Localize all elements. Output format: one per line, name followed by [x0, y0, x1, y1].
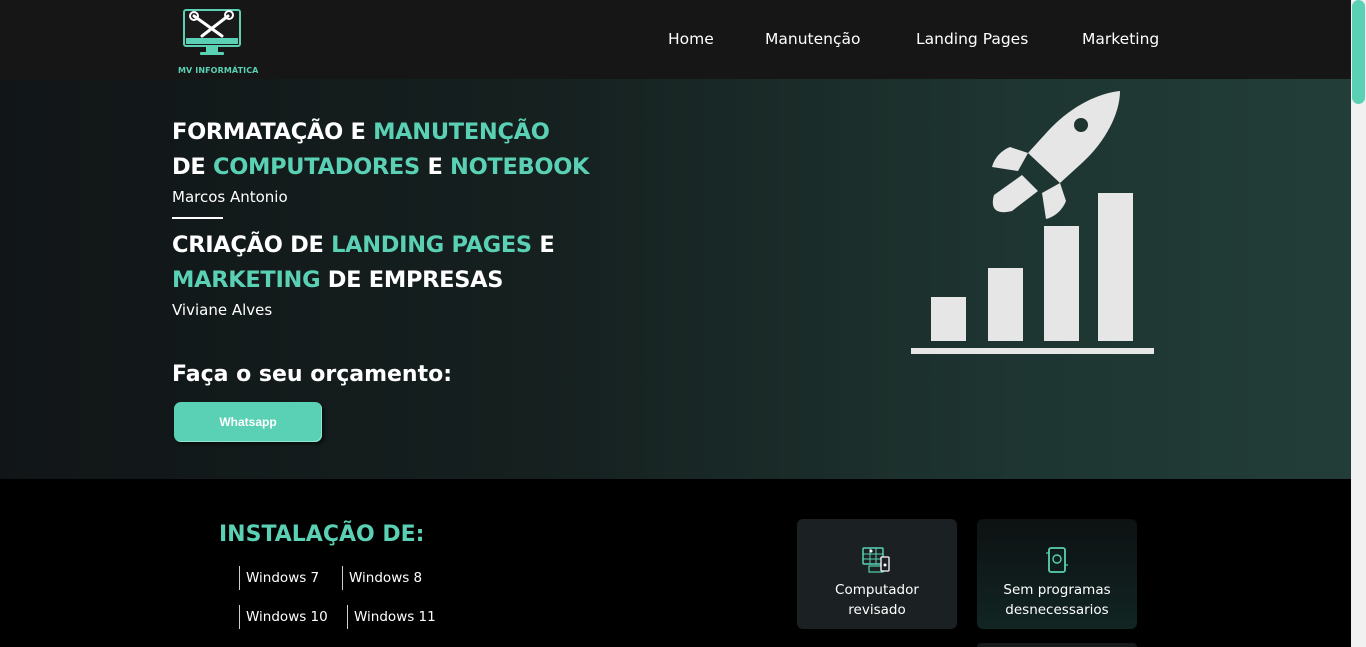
card-label-line: desnecessarios: [1005, 602, 1109, 618]
logo-text: MV INFORMÁTICA: [178, 66, 259, 75]
hero-title-accent: NOTEBOOK: [450, 154, 590, 180]
hero-title-text: DE EMPRESAS: [320, 267, 504, 293]
hero-title-2-line-1: CRIAÇÃO DE LANDING PAGES E: [172, 232, 555, 258]
hero-divider: [172, 217, 223, 219]
hero-title-2-line-2: MARKETING DE EMPRESAS: [172, 267, 503, 293]
whatsapp-button[interactable]: Whatsapp: [174, 402, 322, 442]
card-peek: [977, 643, 1137, 647]
hero-title-accent: LANDING PAGES: [331, 232, 532, 258]
nav-home[interactable]: Home: [668, 30, 714, 48]
hero-title-accent: MARKETING: [172, 267, 321, 293]
card-label-line: Sem programas: [1003, 582, 1111, 598]
hero-title-1-line-1: FORMATAÇÃO E MANUTENÇÃO: [172, 119, 550, 145]
nav-marketing[interactable]: Marketing: [1082, 30, 1159, 48]
rocket-growth-chart-icon: [911, 91, 1154, 354]
hero-title-text: E: [419, 154, 451, 180]
hero-title-accent: COMPUTADORES: [212, 154, 420, 180]
hero-section: FORMATAÇÃO E MANUTENÇÃO DE COMPUTADORES …: [0, 79, 1351, 479]
scrollbar-thumb[interactable]: [1352, 0, 1365, 104]
hero-title-1-line-2: DE COMPUTADORES E NOTEBOOK: [172, 154, 589, 180]
hero-title-text: CRIAÇÃO DE: [172, 232, 332, 258]
cta-title: Faça o seu orçamento:: [172, 362, 453, 387]
card-label: Computador revisado: [797, 580, 957, 620]
os-item-windows-11: Windows 11: [347, 605, 436, 629]
monitor-tools-icon: [183, 9, 241, 55]
site-header: MV INFORMÁTICA Home Manutenção Landing P…: [0, 0, 1351, 79]
hero-title-text: E: [531, 232, 555, 258]
install-title: INSTALAÇÃO DE:: [219, 522, 425, 547]
site-logo[interactable]: MV INFORMÁTICA: [178, 8, 258, 76]
card-label-line: Computador: [835, 582, 919, 598]
card-label: Sem programas desnecessarios: [977, 580, 1137, 620]
nav-manutencao[interactable]: Manutenção: [765, 30, 860, 48]
os-item-windows-8: Windows 8: [342, 566, 422, 590]
computer-check-icon: [862, 547, 890, 573]
hero-name-2: Viviane Alves: [172, 301, 273, 319]
card-label-line: revisado: [848, 602, 906, 618]
os-item-windows-10: Windows 10: [239, 605, 328, 629]
os-item-windows-7: Windows 7: [239, 566, 319, 590]
hero-title-text: FORMATAÇÃO E: [172, 119, 374, 145]
feature-card-sem-programas: Sem programas desnecessarios: [977, 519, 1137, 629]
clean-device-icon: [1046, 547, 1068, 573]
hero-name-1: Marcos Antonio: [172, 188, 288, 206]
nav-landing-pages[interactable]: Landing Pages: [916, 30, 1028, 48]
hero-title-accent: MANUTENÇÃO: [373, 119, 550, 145]
feature-card-computador-revisado: Computador revisado: [797, 519, 957, 629]
hero-title-text: DE: [172, 154, 213, 180]
